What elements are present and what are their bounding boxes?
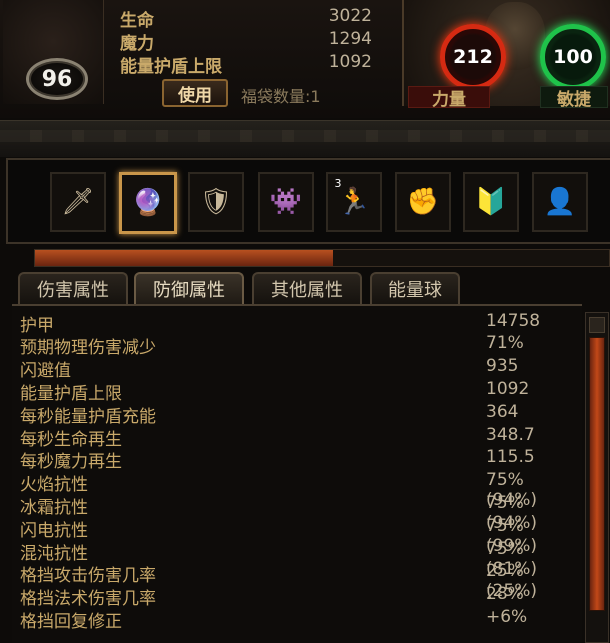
stat-value: 364 — [486, 402, 519, 422]
stat-value: 14758 — [486, 311, 541, 331]
table-row: 火焰抗性 75% (94%) — [20, 470, 580, 510]
skill-slot-3[interactable]: 🛡 — [188, 172, 244, 232]
stat-energy-shield: 能量护盾上限 1092 — [120, 52, 372, 77]
stat-value: 935 — [486, 356, 519, 376]
frame-ornament — [0, 130, 610, 142]
character-header: 96 生命 3022 魔力 1294 能量护盾上限 1092 使用 福袋数量:1… — [0, 0, 610, 118]
tab-defense[interactable]: 防御属性 — [134, 272, 244, 304]
stat-life: 生命 3022 — [120, 6, 372, 31]
stat-value: 115.5 — [486, 447, 535, 467]
bag-count: 福袋数量:1 — [241, 87, 321, 106]
strength-orb: 212 — [440, 24, 506, 90]
scroll-thumb[interactable] — [589, 337, 605, 611]
stat-label: 每秒能量护盾充能 — [20, 407, 156, 427]
stat-value: 1092 — [328, 52, 372, 72]
dexterity-orb: 100 — [540, 24, 606, 90]
stat-label: 预期物理伤害减少 — [20, 338, 156, 358]
scroll-up-icon[interactable] — [589, 317, 605, 333]
arcane-globe-icon: 🔮 — [131, 188, 165, 218]
dexterity-label: 敏捷 — [540, 86, 608, 110]
stat-label: 能量护盾上限 — [120, 57, 222, 77]
stat-label: 能量护盾上限 — [20, 384, 122, 404]
ghost-figure-icon: 👤 — [543, 187, 577, 217]
skill-slot-7[interactable]: 🔰 — [463, 172, 519, 232]
skill-slot-6[interactable]: ✊ — [395, 172, 451, 232]
stats-scrollbar[interactable] — [585, 312, 609, 643]
shield-strike-icon: 🛡 — [199, 187, 233, 217]
table-row: 能量护盾上限 1092 — [20, 379, 580, 404]
stat-label: 格挡法术伤害几率 — [20, 589, 156, 609]
table-row: 冰霜抗性 75% (94%) — [20, 493, 580, 533]
stat-label: 火焰抗性 — [20, 475, 88, 495]
skill-slot-1[interactable]: 🗡 — [50, 172, 106, 232]
stat-mana: 魔力 1294 — [120, 29, 372, 54]
table-row: 格挡法术伤害几率 28% — [20, 584, 580, 609]
tab-other[interactable]: 其他属性 — [252, 272, 362, 304]
stat-label: 生命 — [120, 11, 154, 31]
table-row: 混沌抗性 75% (81%) — [20, 539, 580, 579]
stat-value: 71% — [486, 333, 524, 353]
running-figure-icon: 🏃 — [337, 187, 371, 217]
stat-value: 3022 — [328, 6, 372, 26]
stat-value: 348.7 — [486, 425, 535, 445]
stat-value: +6% — [486, 607, 528, 627]
use-button[interactable]: 使用 — [162, 79, 228, 107]
table-row: 闪避值 935 — [20, 356, 580, 381]
table-row: 每秒生命再生 348.7 — [20, 425, 580, 450]
tab-damage[interactable]: 伤害属性 — [18, 272, 128, 304]
table-row: 格挡回复修正 +6% — [20, 607, 580, 632]
table-row: 预期物理伤害减少 71% — [20, 333, 580, 358]
table-row: 护甲 14758 — [20, 311, 580, 336]
stat-value: 1294 — [328, 29, 372, 49]
skill-slot-2[interactable]: 🔮 — [119, 172, 177, 234]
experience-bar — [34, 249, 610, 267]
stat-value: 1092 — [486, 379, 530, 399]
skill-slot-5[interactable]: 🏃 3 — [326, 172, 382, 232]
table-row: 每秒魔力再生 115.5 — [20, 447, 580, 472]
table-row: 闪电抗性 75% (99%) — [20, 516, 580, 556]
table-row: 每秒能量护盾充能 364 — [20, 402, 580, 427]
defense-stats-table: 护甲 14758 预期物理伤害减少 71% 闪避值 935 能量护盾上限 1092 每秒… — [12, 304, 582, 643]
stat-label: 闪电抗性 — [20, 521, 88, 541]
skill-bar: 🗡 🔮 🛡 👾 🏃 3 ✊ 🔰 👤 — [6, 158, 610, 244]
stat-value: 28% — [486, 584, 524, 604]
skill-slot-4[interactable]: 👾 — [258, 172, 314, 232]
skill-slot-8[interactable]: 👤 — [532, 172, 588, 232]
stat-label: 每秒魔力再生 — [20, 452, 122, 472]
experience-fill — [35, 250, 334, 266]
stat-label: 格挡攻击伤害几率 — [20, 566, 156, 586]
stat-label: 格挡回复修正 — [20, 612, 122, 632]
shadow-figure-icon: 👾 — [269, 187, 303, 217]
skill-count-badge: 3 — [334, 177, 342, 190]
stat-label: 魔力 — [120, 34, 154, 54]
tab-energy-orb[interactable]: 能量球 — [370, 272, 460, 304]
stat-label: 闪避值 — [20, 361, 71, 381]
rune-shield-icon: 🔰 — [474, 187, 508, 217]
stat-label: 冰霜抗性 — [20, 498, 88, 518]
table-row: 格挡攻击伤害几率 25% (25%) — [20, 561, 580, 601]
sword-icon: 🗡 — [61, 187, 95, 217]
level-badge: 96 — [26, 58, 88, 100]
strength-label: 力量 — [408, 86, 490, 110]
fire-fist-icon: ✊ — [406, 187, 440, 217]
